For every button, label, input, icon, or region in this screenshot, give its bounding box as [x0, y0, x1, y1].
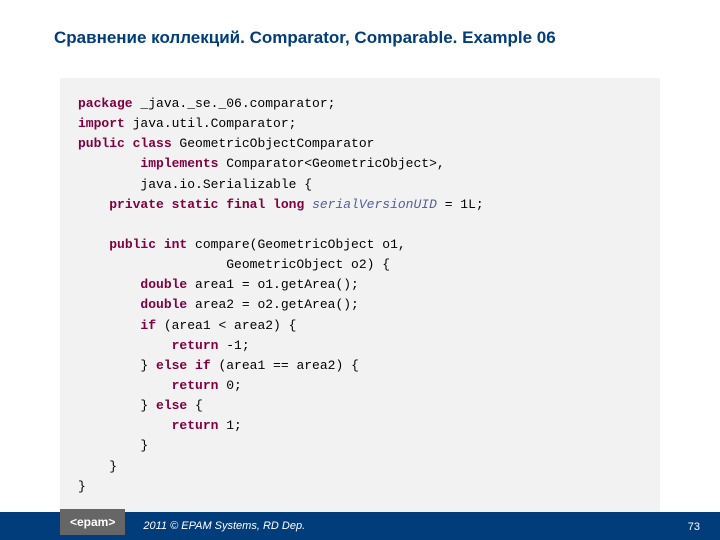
code-keyword: private static final long — [109, 197, 304, 212]
code-keyword: return — [172, 418, 219, 433]
code-keyword: return — [172, 378, 219, 393]
code-block: package _java._se._06.comparator; import… — [60, 78, 660, 513]
code-keyword: double — [140, 297, 187, 312]
code-text: 1; — [218, 418, 241, 433]
code-keyword: else if — [156, 358, 211, 373]
code-keyword: public class — [78, 136, 172, 151]
page-number: 73 — [688, 521, 700, 533]
logo: <epam> — [60, 509, 125, 535]
code-keyword: public int — [109, 237, 187, 252]
code-text: } — [109, 459, 117, 474]
code-keyword: import — [78, 116, 125, 131]
code-text: = 1L; — [437, 197, 484, 212]
code-text: GeometricObject o2) { — [78, 257, 390, 272]
code-text: } — [140, 438, 148, 453]
code-identifier: serialVersionUID — [304, 197, 437, 212]
code-text: compare(GeometricObject o1, — [187, 237, 405, 252]
code-text: -1; — [218, 338, 249, 353]
code-text: java.io.Serializable { — [78, 177, 312, 192]
code-keyword: else — [156, 398, 187, 413]
code-keyword: package — [78, 96, 133, 111]
code-text: (area1 < area2) { — [156, 318, 296, 333]
code-text: (area1 == area2) { — [211, 358, 359, 373]
footer-bar: <epam> 2011 © EPAM Systems, RD Dep. 73 — [0, 512, 720, 540]
code-text: { — [187, 398, 203, 413]
code-keyword: return — [172, 338, 219, 353]
code-keyword: implements — [140, 156, 218, 171]
code-text: 0; — [218, 378, 241, 393]
code-text: area1 = o1.getArea(); — [187, 277, 359, 292]
footer-text: 2011 © EPAM Systems, RD Dep. — [143, 520, 305, 532]
code-keyword: if — [140, 318, 156, 333]
code-keyword: double — [140, 277, 187, 292]
code-text: } — [78, 479, 86, 494]
code-text: } — [140, 358, 156, 373]
code-text: java.util.Comparator; — [125, 116, 297, 131]
code-text: _java._se._06.comparator; — [133, 96, 336, 111]
code-text: Comparator<GeometricObject>, — [218, 156, 444, 171]
code-text: } — [140, 398, 156, 413]
slide-title: Сравнение коллекций. Comparator, Compara… — [0, 0, 720, 48]
code-text: GeometricObjectComparator — [172, 136, 375, 151]
code-text: area2 = o2.getArea(); — [187, 297, 359, 312]
